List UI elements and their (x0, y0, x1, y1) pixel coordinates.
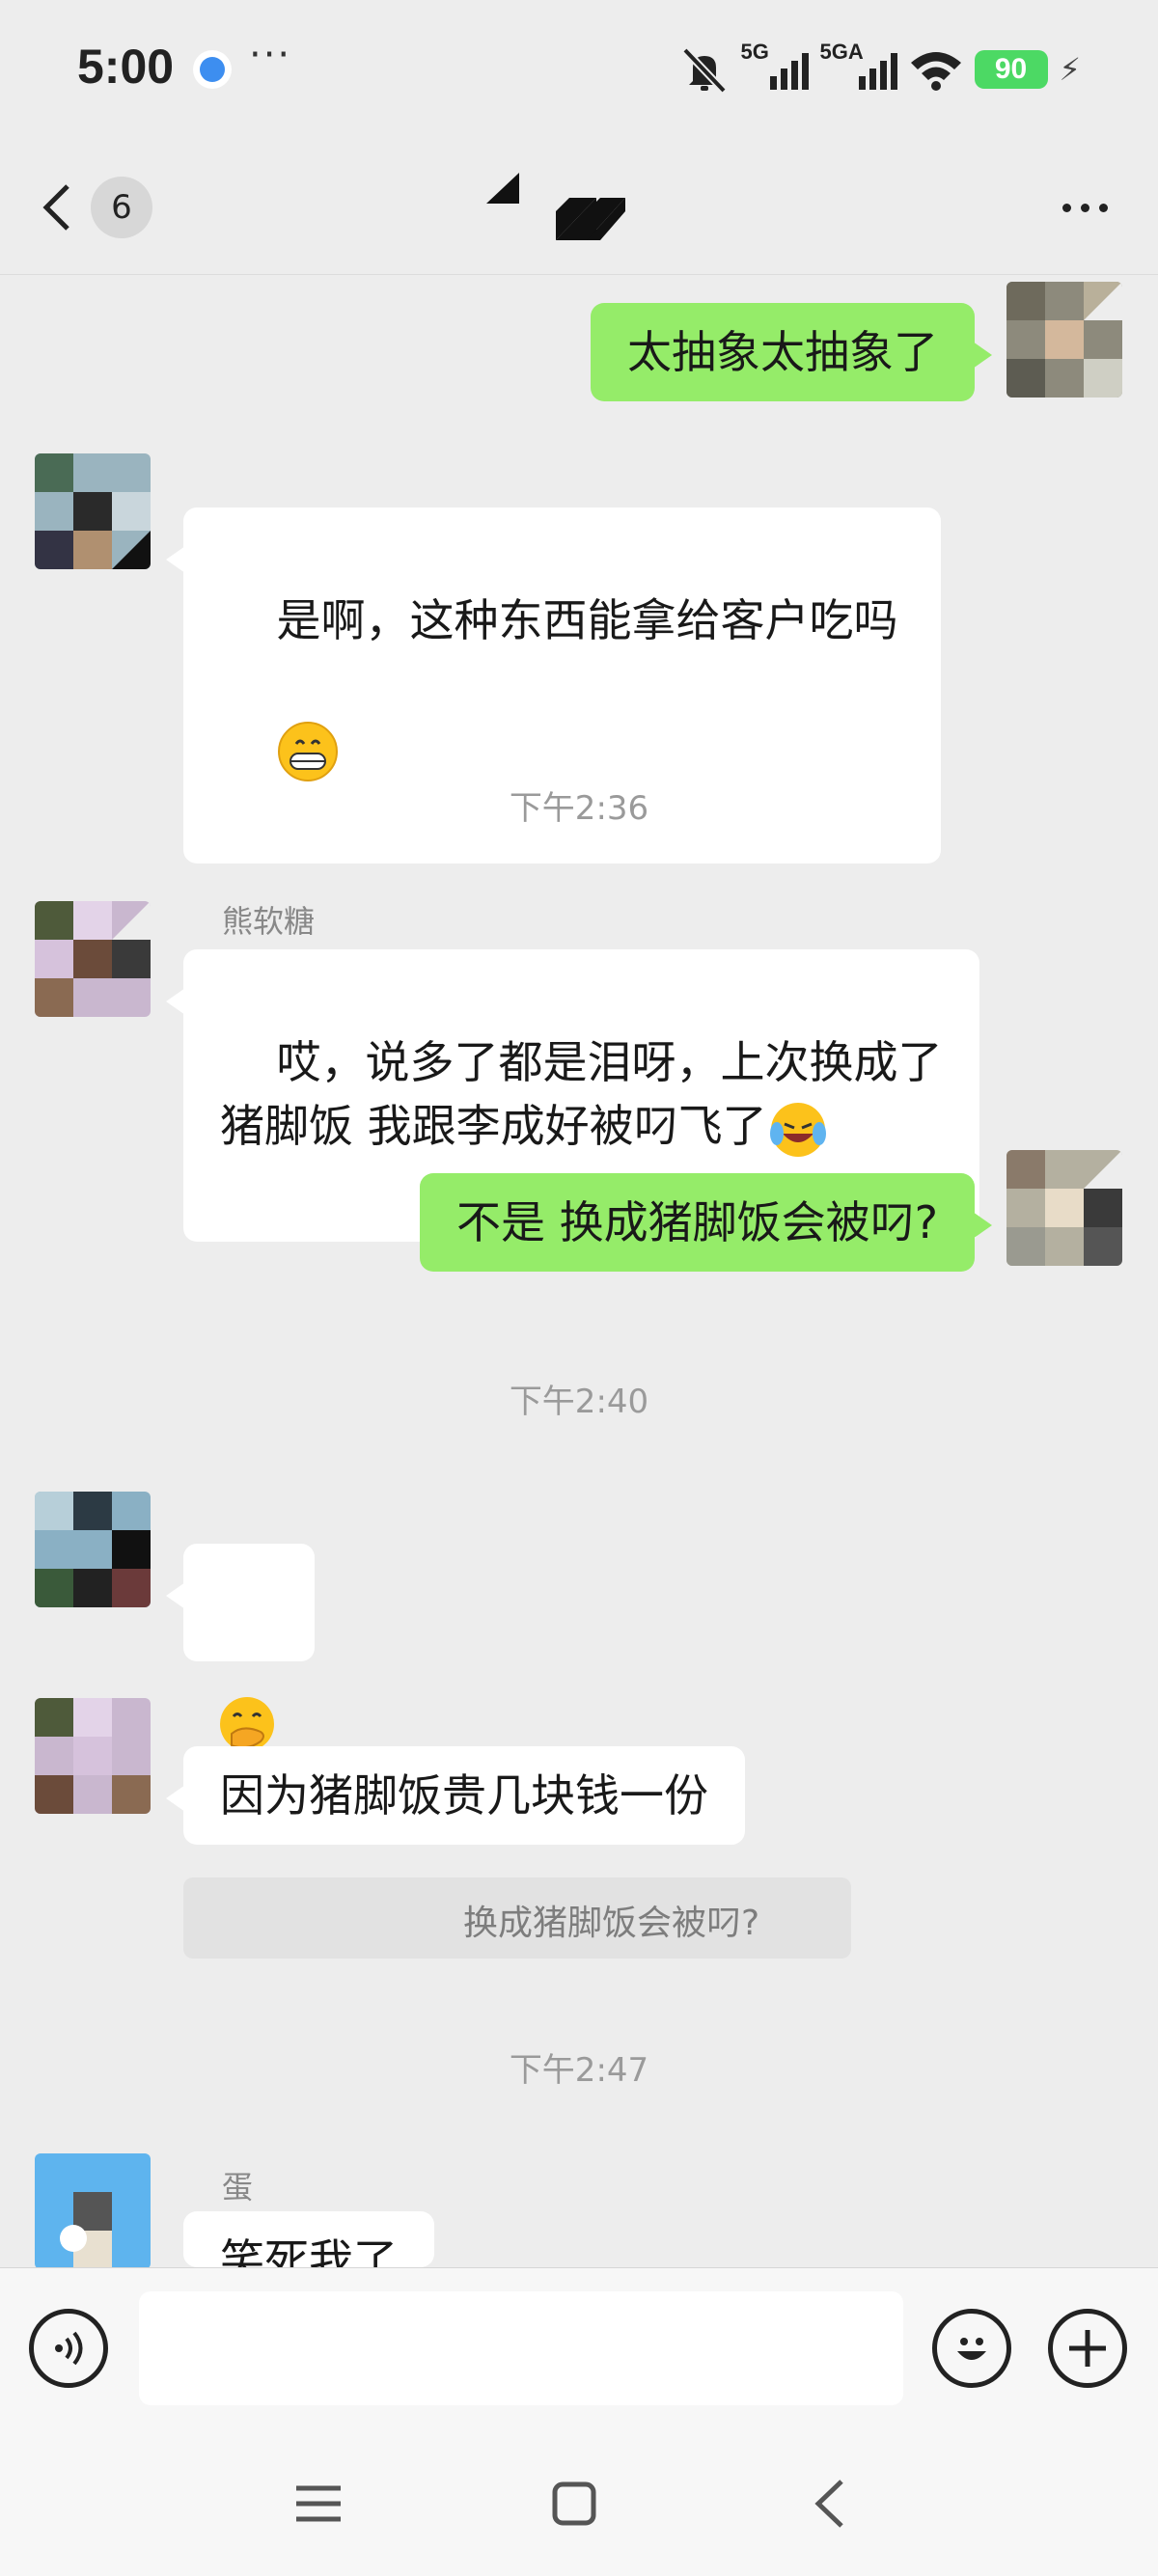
system-navigation-bar (0, 2431, 1158, 2576)
quoted-text: 换成猪脚饭会被叼? (463, 1904, 760, 1943)
timestamp: 下午2:47 (509, 2051, 649, 2090)
incoming-message-bubble[interactable]: 因为猪脚饭贵几块钱一份 (166, 1746, 745, 1845)
incoming-message-bubble[interactable] (166, 1544, 315, 1751)
quoted-message[interactable]: 换成猪脚饭会被叼? (183, 1877, 851, 1959)
menu-icon (296, 2485, 341, 2522)
square-home-icon (552, 2481, 596, 2526)
smiley-icon (957, 2338, 986, 2360)
contact-avatar[interactable] (35, 453, 151, 569)
status-time: 5:00 (77, 40, 175, 94)
dot (1062, 203, 1071, 212)
battery-icon: 90 (974, 50, 1048, 89)
signal-5g-icon: 5G (741, 40, 809, 94)
contact-avatar[interactable] (35, 1492, 151, 1607)
my-avatar[interactable] (1006, 282, 1122, 397)
system-back-button[interactable] (791, 2470, 868, 2537)
message-input[interactable] (139, 2291, 903, 2405)
back-arrow-icon (814, 2480, 843, 2528)
outgoing-message-bubble[interactable]: 太抽象太抽象了 (591, 303, 992, 401)
emoji-button[interactable] (932, 2309, 1011, 2388)
dot (1080, 203, 1089, 212)
unread-count-badge: 6 (91, 177, 152, 238)
chevron-left-icon (42, 184, 69, 231)
charging-icon: ⚡ (1059, 51, 1081, 88)
home-button[interactable] (536, 2470, 613, 2537)
more-functions-button[interactable] (1048, 2309, 1127, 2388)
message-text: 哎，说多了都是泪呀，上次换成了 猪脚饭 我跟李成好被叼飞了 (220, 1036, 943, 1152)
sender-name: 熊软糖 (222, 903, 316, 940)
voice-icon (55, 2331, 83, 2366)
grinning-emoji-icon (277, 721, 338, 781)
chat-header: 6 (0, 140, 1158, 275)
status-bar: 5:00 ··· 5G 5GA 90 ⚡ (0, 0, 1158, 140)
incoming-message-bubble[interactable]: 笑死我了 (183, 2211, 434, 2267)
crying-laughing-emoji-icon (769, 1102, 826, 1157)
voice-input-button[interactable] (29, 2309, 108, 2388)
status-indicators: 5G 5GA 90 ⚡ (679, 40, 1081, 98)
dot (1098, 203, 1108, 212)
sender-name: 蛋 (222, 2169, 254, 2206)
menu-button[interactable] (280, 2470, 357, 2537)
outgoing-message-bubble[interactable]: 不是 换成猪脚饭会被叼? (419, 1173, 993, 1272)
browser-notification-icon (193, 50, 232, 89)
contact-avatar[interactable] (35, 1698, 151, 1814)
timestamp: 下午2:36 (509, 789, 649, 828)
plus-icon (1069, 2330, 1106, 2367)
wifi-icon (910, 52, 961, 91)
mute-bell-icon (681, 47, 727, 93)
my-avatar[interactable] (1006, 1150, 1122, 1266)
contact-avatar[interactable] (35, 901, 151, 1017)
contact-avatar[interactable] (35, 2153, 151, 2269)
timestamp: 下午2:40 (509, 1383, 649, 1421)
more-notifications-icon: ··· (249, 33, 292, 77)
message-input-bar (0, 2267, 1158, 2431)
signal-5ga-icon: 5GA (820, 40, 897, 94)
message-text: 是啊，这种东西能拿给客户吃吗 (276, 594, 898, 646)
chat-title-redacted (486, 173, 625, 240)
more-options-button[interactable] (1046, 178, 1123, 236)
back-button[interactable]: 6 (39, 169, 164, 246)
